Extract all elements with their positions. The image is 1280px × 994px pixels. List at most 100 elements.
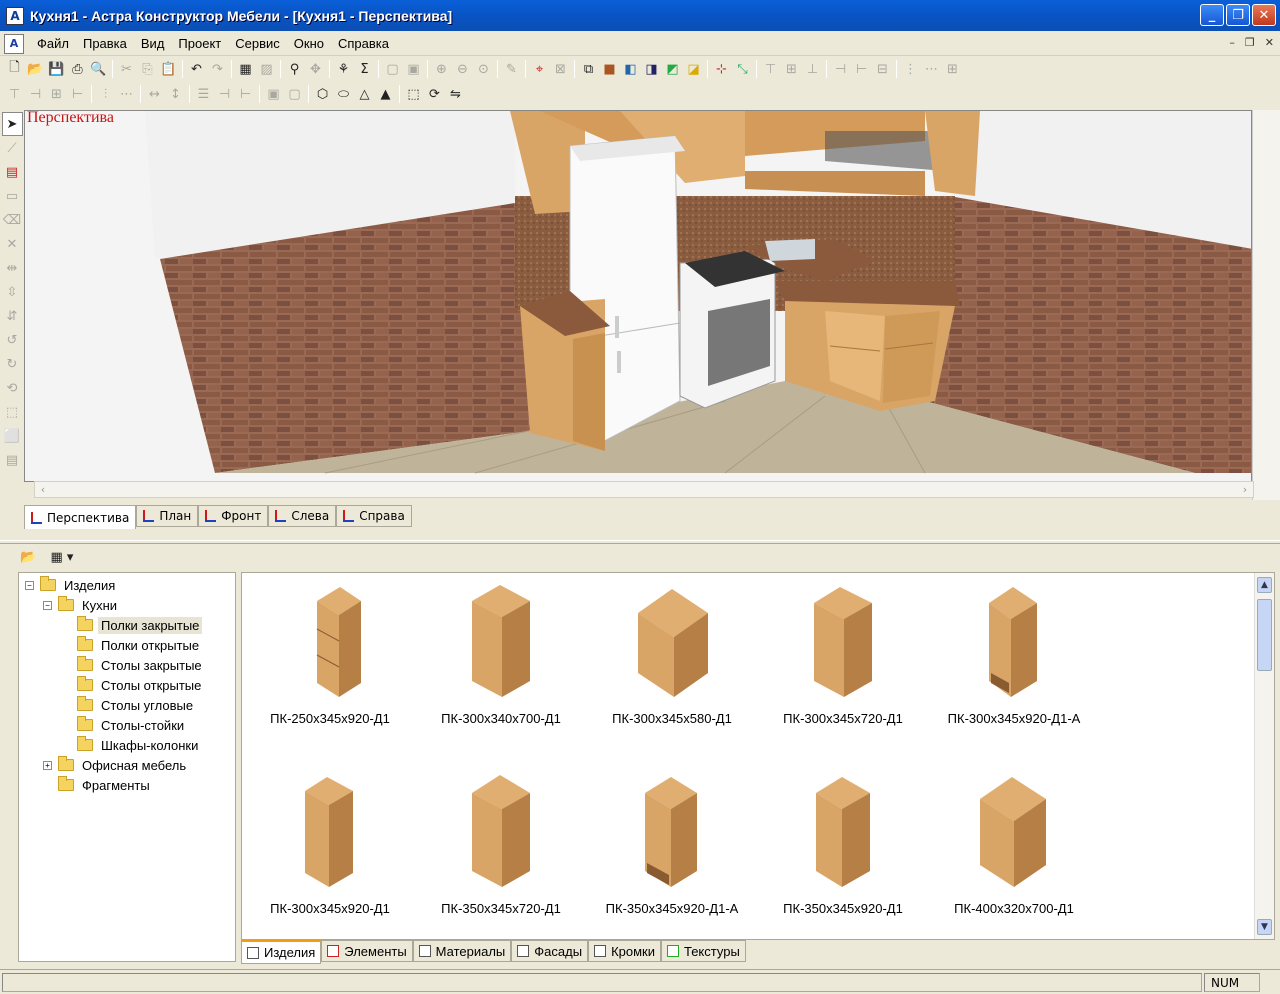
menu-edit[interactable]: Правка <box>76 36 134 51</box>
view-mode-icon[interactable]: ▦ ▾ <box>45 547 79 567</box>
align-center-icon[interactable]: ⊟ <box>872 59 893 79</box>
cut-icon[interactable]: ✂ <box>116 59 137 79</box>
fit-icon[interactable]: ⇵ <box>2 304 23 328</box>
catalog-item[interactable]: ПК-400x320x700-Д1 <box>934 773 1094 933</box>
stack-right-icon[interactable]: ⊢ <box>235 84 256 104</box>
zoom-fit-icon[interactable]: ⊙ <box>473 59 494 79</box>
snap-left-icon[interactable]: ⊣ <box>25 84 46 104</box>
tab-facades[interactable]: Фасады <box>511 940 589 962</box>
catalog-item[interactable]: ПК-300x340x700-Д1 <box>421 583 581 743</box>
node-edit-icon[interactable]: ⟋ <box>2 136 23 160</box>
viewport-vertical-scrollbar[interactable] <box>1252 110 1280 500</box>
menu-file[interactable]: Файл <box>30 36 76 51</box>
crosshair-icon[interactable]: ⌖ <box>529 59 550 79</box>
align-left-icon[interactable]: ⊣ <box>830 59 851 79</box>
frame-alt-icon[interactable]: ▣ <box>403 59 424 79</box>
axis-icon[interactable]: ⊹ <box>711 59 732 79</box>
magic-icon[interactable]: ✎ <box>501 59 522 79</box>
copy-icon[interactable]: ⎘ <box>137 59 158 79</box>
ungroup-icon[interactable]: ▢ <box>284 84 305 104</box>
tab-left[interactable]: Слева <box>268 505 337 527</box>
stack-left-icon[interactable]: ⊣ <box>214 84 235 104</box>
space-v-icon[interactable]: ⫶ <box>95 84 116 104</box>
distribute-icon[interactable]: ⋮ <box>900 59 921 79</box>
width-icon[interactable]: ↔ <box>144 84 165 104</box>
catalog-scrollbar[interactable]: ▲ ▼ <box>1254 573 1274 939</box>
snap-grid-icon[interactable]: ⊞ <box>46 84 67 104</box>
cube-light-icon[interactable]: ◪ <box>683 59 704 79</box>
tab-plan[interactable]: План <box>136 505 199 527</box>
tree-node-kitchen-child[interactable]: Полки открытые <box>19 635 235 655</box>
flip-icon[interactable]: ⇋ <box>445 84 466 104</box>
catalog-item[interactable]: ПК-350x345x720-Д1 <box>421 773 581 933</box>
catalog-item[interactable]: ПК-300x345x920-Д1 <box>250 773 410 933</box>
select-area-icon[interactable]: ⬚ <box>403 84 424 104</box>
tab-textures[interactable]: Текстуры <box>660 940 746 962</box>
catalog-item[interactable]: ПК-350x345x920-Д1-А <box>592 773 752 933</box>
close-button[interactable]: ✕ <box>1252 4 1276 26</box>
tree-node-kitchen-child[interactable]: Столы угловые <box>19 695 235 715</box>
menu-project[interactable]: Проект <box>171 36 228 51</box>
tab-materials[interactable]: Материалы <box>412 940 512 962</box>
rotate-left-icon[interactable]: ↺ <box>2 328 23 352</box>
scroll-thumb[interactable] <box>1257 599 1272 671</box>
collapse-icon[interactable]: − <box>25 580 34 590</box>
collapse-icon[interactable]: − <box>43 600 52 610</box>
open-library-icon[interactable]: 📂 <box>18 547 39 567</box>
hatch-icon[interactable]: ▨ <box>256 59 277 79</box>
catalog-item[interactable]: ПК-300x345x720-Д1 <box>763 583 923 743</box>
paste-icon[interactable]: 📋 <box>158 59 179 79</box>
perspective-viewport[interactable]: Перспектива <box>24 110 1252 482</box>
tab-edges[interactable]: Кромки <box>588 940 661 962</box>
tree-node-kitchen-child[interactable]: Столы открытые <box>19 675 235 695</box>
cancel-icon[interactable]: ⊠ <box>550 59 571 79</box>
path-icon[interactable]: ⤡ <box>732 59 753 79</box>
tab-right[interactable]: Справа <box>336 505 412 527</box>
maximize-button[interactable]: ❐ <box>1226 4 1250 26</box>
pyramid-icon[interactable]: ▲ <box>375 84 396 104</box>
stack-top-icon[interactable]: ☰ <box>193 84 214 104</box>
frame-icon[interactable]: ▢ <box>382 59 403 79</box>
redo-icon[interactable]: ↷ <box>207 59 228 79</box>
delete-icon[interactable]: ✕ <box>2 232 23 256</box>
zoom-out-icon[interactable]: ⊖ <box>452 59 473 79</box>
catalog-item[interactable]: ПК-300x345x920-Д1-А <box>934 583 1094 743</box>
mdi-minimize-button[interactable]: – <box>1229 36 1235 49</box>
pin-icon[interactable]: ⚲ <box>284 59 305 79</box>
mdi-close-button[interactable]: ✕ <box>1265 36 1274 49</box>
menu-help[interactable]: Справка <box>331 36 396 51</box>
tree-node-kitchen-child[interactable]: Столы закрытые <box>19 655 235 675</box>
tab-front[interactable]: Фронт <box>198 505 269 527</box>
rotate-axis-icon[interactable]: ⟲ <box>2 376 23 400</box>
cube-texture-icon[interactable]: ◨ <box>641 59 662 79</box>
tree-node-kitchen-child[interactable]: Столы-стойки <box>19 715 235 735</box>
catalog-item[interactable]: ПК-350x345x920-Д1 <box>763 773 923 933</box>
mdi-restore-button[interactable]: ❐ <box>1245 36 1255 49</box>
tree-node-kitchens[interactable]: − Кухни <box>19 595 235 615</box>
scroll-right-icon[interactable]: › <box>1237 482 1253 497</box>
viewport-horizontal-scrollbar[interactable]: ‹ › <box>34 481 1254 498</box>
menu-window[interactable]: Окно <box>287 36 331 51</box>
pointer-icon[interactable]: ➤ <box>1 112 23 136</box>
space-h-icon[interactable]: ⋯ <box>116 84 137 104</box>
print-icon[interactable]: ⎙ <box>67 59 88 79</box>
align-right-icon[interactable]: ⊢ <box>851 59 872 79</box>
cone-icon[interactable]: △ <box>354 84 375 104</box>
move-icon[interactable]: ✥ <box>305 59 326 79</box>
scroll-down-icon[interactable]: ▼ <box>1257 919 1272 935</box>
scroll-up-icon[interactable]: ▲ <box>1257 577 1272 593</box>
snap-top-icon[interactable]: ⊤ <box>4 84 25 104</box>
bounds-icon[interactable]: ⬚ <box>2 400 23 424</box>
print-preview-icon[interactable]: 🔍 <box>88 59 109 79</box>
rotate-icon[interactable]: ⟳ <box>424 84 445 104</box>
minimize-button[interactable]: _ <box>1200 4 1224 26</box>
open-folder-icon[interactable]: 📂 <box>25 59 46 79</box>
cylinder-icon[interactable]: ⬭ <box>333 84 354 104</box>
tree-node-kitchen-child[interactable]: Шкафы-колонки <box>19 735 235 755</box>
height-icon[interactable]: ↕ <box>165 84 186 104</box>
expand-icon[interactable]: + <box>43 760 52 770</box>
rectangle-icon[interactable]: ▭ <box>2 184 23 208</box>
panel-splitter[interactable] <box>0 540 1280 544</box>
sum-icon[interactable]: Σ <box>354 59 375 79</box>
cube-wire-icon[interactable]: ⧉ <box>578 59 599 79</box>
